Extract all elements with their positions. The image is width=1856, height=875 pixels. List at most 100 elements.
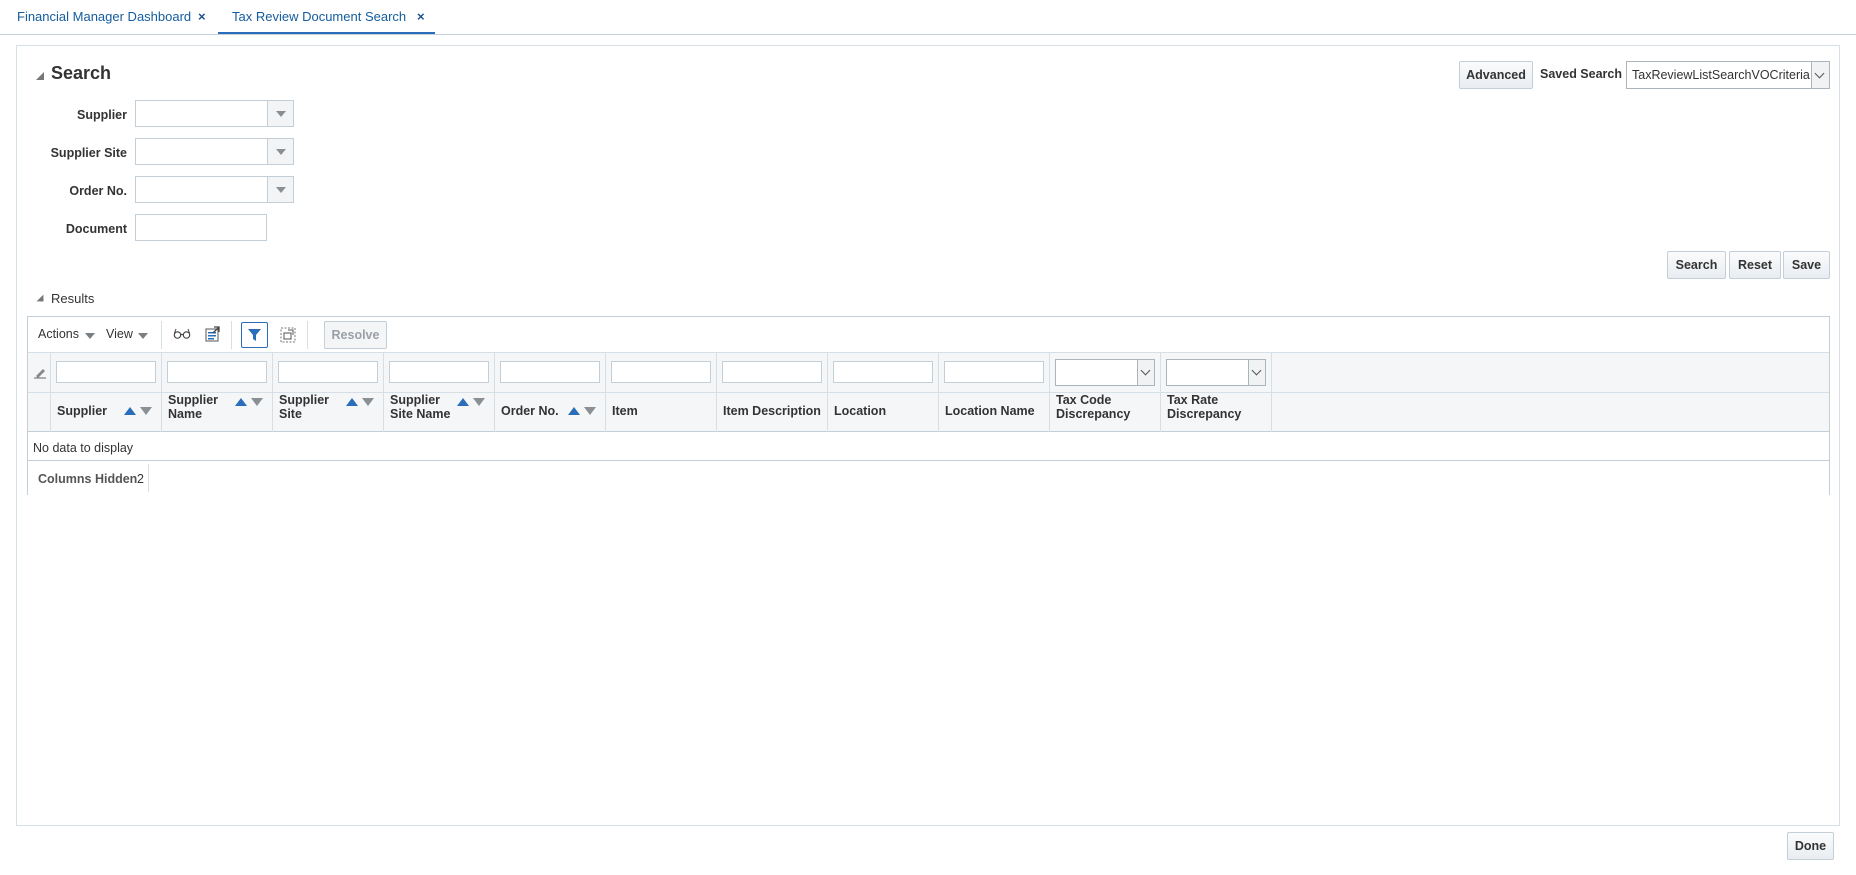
close-icon[interactable]: × [417,0,425,34]
sort-ascending-icon[interactable] [346,398,358,406]
query-by-example-button[interactable] [241,322,268,348]
column-header-label: Supplier Site Name [390,393,451,421]
supplier-label: Supplier [76,108,127,122]
column-header-label: Supplier Site [279,393,330,421]
sort-descending-icon[interactable] [584,407,596,415]
column-supplier-site-name[interactable]: Supplier Site Name [384,353,495,432]
columns-hidden-label: Columns Hidden [38,472,138,486]
supplier-combobox[interactable] [135,100,294,127]
search-section-title: Search [51,63,112,83]
detach-icon[interactable] [279,326,297,344]
done-button[interactable]: Done [1787,832,1834,860]
saved-search-select[interactable]: TaxReviewListSearchVOCriteria [1626,61,1830,89]
document-input[interactable] [135,214,267,241]
column-header-label: Tax Code Discrepancy [1056,393,1131,421]
no-data-message: No data to display [33,441,134,455]
tab-label: Tax Review Document Search [232,9,407,24]
dropdown-button[interactable] [267,139,293,164]
column-location-name[interactable]: Location Name [939,353,1050,432]
dropdown-button[interactable] [267,177,293,202]
advanced-button[interactable]: Advanced [1459,61,1533,89]
column-header-label: Location [834,404,887,418]
caret-down-icon[interactable] [85,333,95,339]
document-label: Document [65,222,127,236]
columns-hidden-count: 2 [137,472,144,486]
column-supplier-site[interactable]: Supplier Site [273,353,384,432]
saved-search-label: Saved Search [1540,67,1622,81]
column-tax-code-discrepancy[interactable]: Tax Code Discrepancy [1050,353,1161,432]
reset-button[interactable]: Reset [1729,251,1781,279]
column-order-no[interactable]: Order No. [495,353,606,432]
column-header-label: Supplier Name [168,393,219,421]
clear-filter-icon[interactable] [33,365,47,379]
caret-down-icon [276,187,286,193]
column-header-label: Tax Rate Discrepancy [1167,393,1242,421]
filter-supplier-input[interactable] [56,361,156,383]
filter-supplier-name-input[interactable] [167,361,267,383]
filter-order-no-input[interactable] [500,361,600,383]
sort-descending-icon[interactable] [362,398,374,406]
tab-financial-manager-dashboard[interactable]: Financial Manager Dashboard × [17,0,217,34]
caret-down-icon[interactable] [138,333,148,339]
sort-descending-icon[interactable] [473,398,485,406]
results-grid-header: Supplier Supplier Name Supplier Site Suppl… [28,353,1829,432]
footer-divider [148,464,149,492]
view-menu[interactable]: View [106,327,133,341]
sort-ascending-icon[interactable] [457,398,469,406]
resolve-button[interactable]: Resolve [324,321,387,349]
save-button[interactable]: Save [1783,251,1830,279]
sort-ascending-icon[interactable] [568,407,580,415]
column-header-label: Location Name [945,404,1035,418]
column-tax-rate-discrepancy[interactable]: Tax Rate Discrepancy [1161,353,1272,432]
tab-label: Financial Manager Dashboard [17,9,192,24]
order-no-combobox[interactable] [135,176,294,203]
column-supplier[interactable]: Supplier [51,353,162,432]
chevron-down-icon[interactable] [1248,360,1265,385]
export-icon[interactable] [204,326,221,343]
sort-descending-icon[interactable] [140,407,152,415]
column-header-label: Item Description [723,404,821,418]
supplier-site-combobox[interactable] [135,138,294,165]
column-supplier-name[interactable]: Supplier Name [162,353,273,432]
filter-icon [248,329,261,341]
caret-down-icon [276,111,286,117]
toolbar-divider [307,321,308,349]
filter-supplier-site-input[interactable] [278,361,378,383]
sort-ascending-icon[interactable] [124,407,136,415]
column-header-label: Order No. [501,404,559,418]
dropdown-button[interactable] [267,101,293,126]
filter-location-name-input[interactable] [944,361,1044,383]
collapse-search-icon[interactable] [36,72,44,80]
filter-item-input[interactable] [611,361,711,383]
filter-tax-rate-discrepancy-select[interactable] [1166,359,1266,386]
column-item[interactable]: Item [606,353,717,432]
results-section-title: Results [51,291,95,306]
column-item-description[interactable]: Item Description [717,353,828,432]
toolbar-divider [161,321,162,349]
column-selector [28,353,51,432]
filter-item-description-input[interactable] [722,361,822,383]
results-toolbar: Actions View Resolve [28,317,1829,353]
view-glasses-icon[interactable] [173,327,191,341]
sort-descending-icon[interactable] [251,398,263,406]
filter-location-input[interactable] [833,361,933,383]
actions-menu[interactable]: Actions [38,327,79,341]
tab-bar: Financial Manager Dashboard × Tax Review… [0,0,1856,35]
chevron-down-icon[interactable] [1811,62,1829,88]
chevron-down-icon[interactable] [1137,360,1154,385]
collapse-results-icon[interactable] [36,294,44,302]
search-button[interactable]: Search [1667,251,1726,279]
filter-tax-code-discrepancy-select[interactable] [1055,359,1155,386]
toolbar-divider [231,321,232,349]
column-location[interactable]: Location [828,353,939,432]
tab-tax-review-document-search[interactable]: Tax Review Document Search × [218,0,435,34]
close-icon[interactable]: × [198,0,206,34]
order-no-label: Order No. [69,184,127,198]
caret-down-icon [276,149,286,155]
saved-search-value: TaxReviewListSearchVOCriteria [1632,68,1810,82]
results-table: Actions View Resolve Supplier Supplier N… [27,316,1830,495]
sort-ascending-icon[interactable] [235,398,247,406]
filter-supplier-site-name-input[interactable] [389,361,489,383]
column-header-label: Supplier [57,404,108,418]
results-footer: Columns Hidden 2 [28,460,1829,495]
